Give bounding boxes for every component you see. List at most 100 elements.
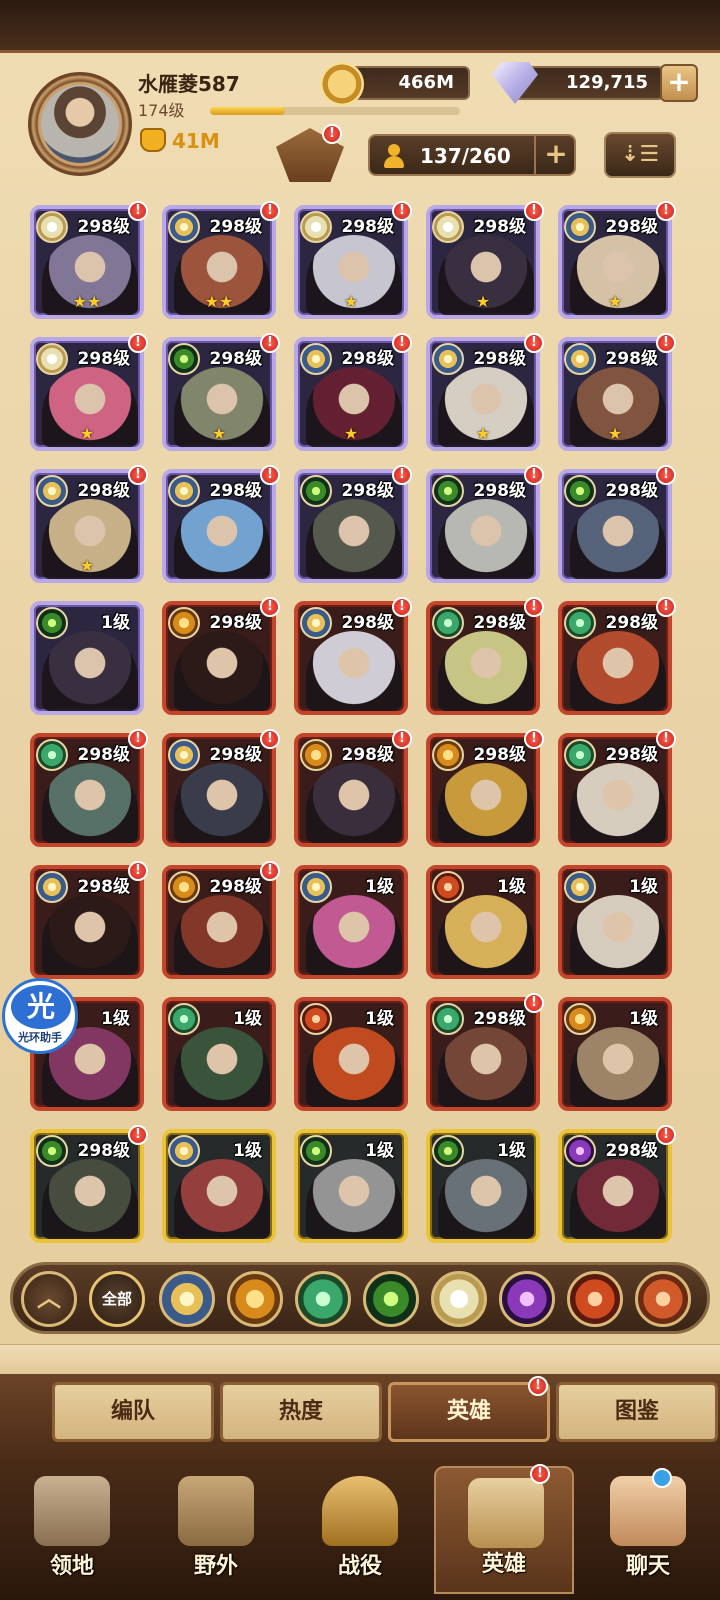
hero-card[interactable]: 298级 ★ (30, 337, 144, 451)
player-name: 水雁菱587 (138, 72, 240, 96)
subtab-1[interactable]: 热度 (220, 1382, 382, 1442)
hero-card[interactable]: 298级 (558, 1129, 672, 1243)
nav-map-scroll[interactable]: 野外 (146, 1466, 286, 1594)
hero-card[interactable]: 1级 (558, 997, 672, 1111)
helmet-icon (468, 1478, 544, 1548)
hero-card[interactable]: 298级 (30, 1129, 144, 1243)
hero-card[interactable]: 298级 ★ (426, 205, 540, 319)
expand-capacity-button[interactable]: + (534, 134, 576, 176)
add-gems-button[interactable]: + (660, 64, 698, 102)
hero-card[interactable]: 298级 ★★ (162, 205, 276, 319)
nav-helmet[interactable]: 英雄 (434, 1466, 574, 1594)
mauler-faction-icon (168, 871, 200, 903)
subtab-3[interactable]: 图鉴 (556, 1382, 718, 1442)
hero-alert-badge: ! (128, 333, 148, 353)
hero-card[interactable]: 298级 (162, 601, 276, 715)
hero-level: 298级 (605, 745, 659, 765)
filter-mauler-icon[interactable] (227, 1271, 283, 1327)
hero-card[interactable]: 298级 (294, 733, 408, 847)
hero-card[interactable]: 298级 (426, 469, 540, 583)
hero-portrait (174, 1027, 270, 1107)
hero-card[interactable]: 298级 ★ (558, 337, 672, 451)
player-power: 41M (172, 129, 220, 153)
filter-hypogean-icon[interactable] (499, 1271, 555, 1327)
hero-card[interactable]: 298级 (426, 733, 540, 847)
filter-dimensional-icon[interactable] (567, 1271, 623, 1327)
hero-card[interactable]: 298级 ★ (162, 337, 276, 451)
hero-card[interactable]: 1级 (426, 1129, 540, 1243)
hero-card[interactable]: 1级 (294, 865, 408, 979)
nav-sword[interactable]: 战役 (290, 1466, 430, 1594)
hero-card[interactable]: 298级 ★ (30, 469, 144, 583)
filter-celestial-icon[interactable] (431, 1271, 487, 1327)
hero-card[interactable]: 298级 ★ (558, 205, 672, 319)
hero-level: 298级 (473, 745, 527, 765)
hero-card[interactable]: 298级 (294, 601, 408, 715)
filter-all-button[interactable]: 全部 (89, 1271, 145, 1327)
hero-card[interactable]: 1级 (162, 1129, 276, 1243)
hero-card[interactable]: 298级 (558, 733, 672, 847)
hero-level: 298级 (209, 613, 263, 633)
hero-card[interactable]: 298级 (426, 601, 540, 715)
gold-amount: 466M (398, 72, 455, 93)
nav-chat[interactable]: 聊天 (578, 1466, 718, 1594)
hero-card[interactable]: 1级 (426, 865, 540, 979)
hero-alert-badge: ! (260, 861, 280, 881)
hero-portrait (570, 631, 666, 711)
hero-portrait (42, 631, 138, 711)
hero-card[interactable]: 1级 (30, 601, 144, 715)
mauler-faction-icon (564, 1003, 596, 1035)
subtab-2[interactable]: 英雄 (388, 1382, 550, 1442)
sort-button[interactable]: ⇣☰ (604, 132, 676, 178)
hero-card[interactable]: 298级 (558, 601, 672, 715)
filter-lightbearer-icon[interactable] (159, 1271, 215, 1327)
hero-portrait (174, 499, 270, 579)
aura-helper-float[interactable]: 光 光环助手 (2, 978, 78, 1054)
hero-card[interactable]: 298级 (294, 469, 408, 583)
hero-card[interactable]: 298级 ★★ (30, 205, 144, 319)
filter-wilder-icon[interactable] (295, 1271, 351, 1327)
hero-card[interactable]: 298级 ★ (294, 337, 408, 451)
hero-alert-badge: ! (656, 465, 676, 485)
top-band (0, 0, 720, 50)
dimensional-faction-icon (432, 871, 464, 903)
hero-alert-badge: ! (392, 201, 412, 221)
hero-level: 1级 (365, 877, 394, 897)
hero-card[interactable]: 298级 ★ (426, 337, 540, 451)
filter-dragon-icon[interactable] (635, 1271, 691, 1327)
nav-castle[interactable]: 领地 (2, 1466, 142, 1594)
hero-level: 298级 (77, 1141, 131, 1161)
hero-alert-badge: ! (656, 201, 676, 221)
hero-stars: ★ (475, 292, 491, 311)
hero-card[interactable]: 298级 (162, 469, 276, 583)
hero-portrait (42, 895, 138, 975)
filter-graveborn-icon[interactable] (363, 1271, 419, 1327)
hero-card[interactable]: 1级 (294, 997, 408, 1111)
hero-card[interactable]: 1级 (558, 865, 672, 979)
hero-portrait (174, 1159, 270, 1239)
hero-card[interactable]: 298级 (162, 733, 276, 847)
divider-strip (0, 1344, 720, 1374)
hero-card[interactable]: 298级 (30, 733, 144, 847)
subtab-0[interactable]: 编队 (52, 1382, 214, 1442)
hero-level: 298级 (473, 1009, 527, 1029)
nav-label: 领地 (49, 1554, 94, 1579)
hero-portrait (42, 1159, 138, 1239)
collapse-chevron-icon[interactable]: ︿ (21, 1271, 77, 1327)
hero-card[interactable]: 298级 (558, 469, 672, 583)
hero-card[interactable]: 298级 (30, 865, 144, 979)
hero-level: 298级 (77, 745, 131, 765)
nav-label: 战役 (337, 1554, 382, 1579)
nav-label: 聊天 (625, 1554, 670, 1579)
hero-portrait (174, 895, 270, 975)
celestial-faction-icon (432, 211, 464, 243)
hero-card[interactable]: 1级 (162, 997, 276, 1111)
hero-card[interactable]: 298级 (426, 997, 540, 1111)
hero-card[interactable]: 298级 ★ (294, 205, 408, 319)
hero-level: 298级 (77, 481, 131, 501)
hero-card[interactable]: 298级 (162, 865, 276, 979)
hero-card[interactable]: 1级 (294, 1129, 408, 1243)
lightbearer-faction-icon (300, 343, 332, 375)
player-avatar[interactable] (28, 72, 132, 176)
sword-icon (322, 1476, 398, 1546)
